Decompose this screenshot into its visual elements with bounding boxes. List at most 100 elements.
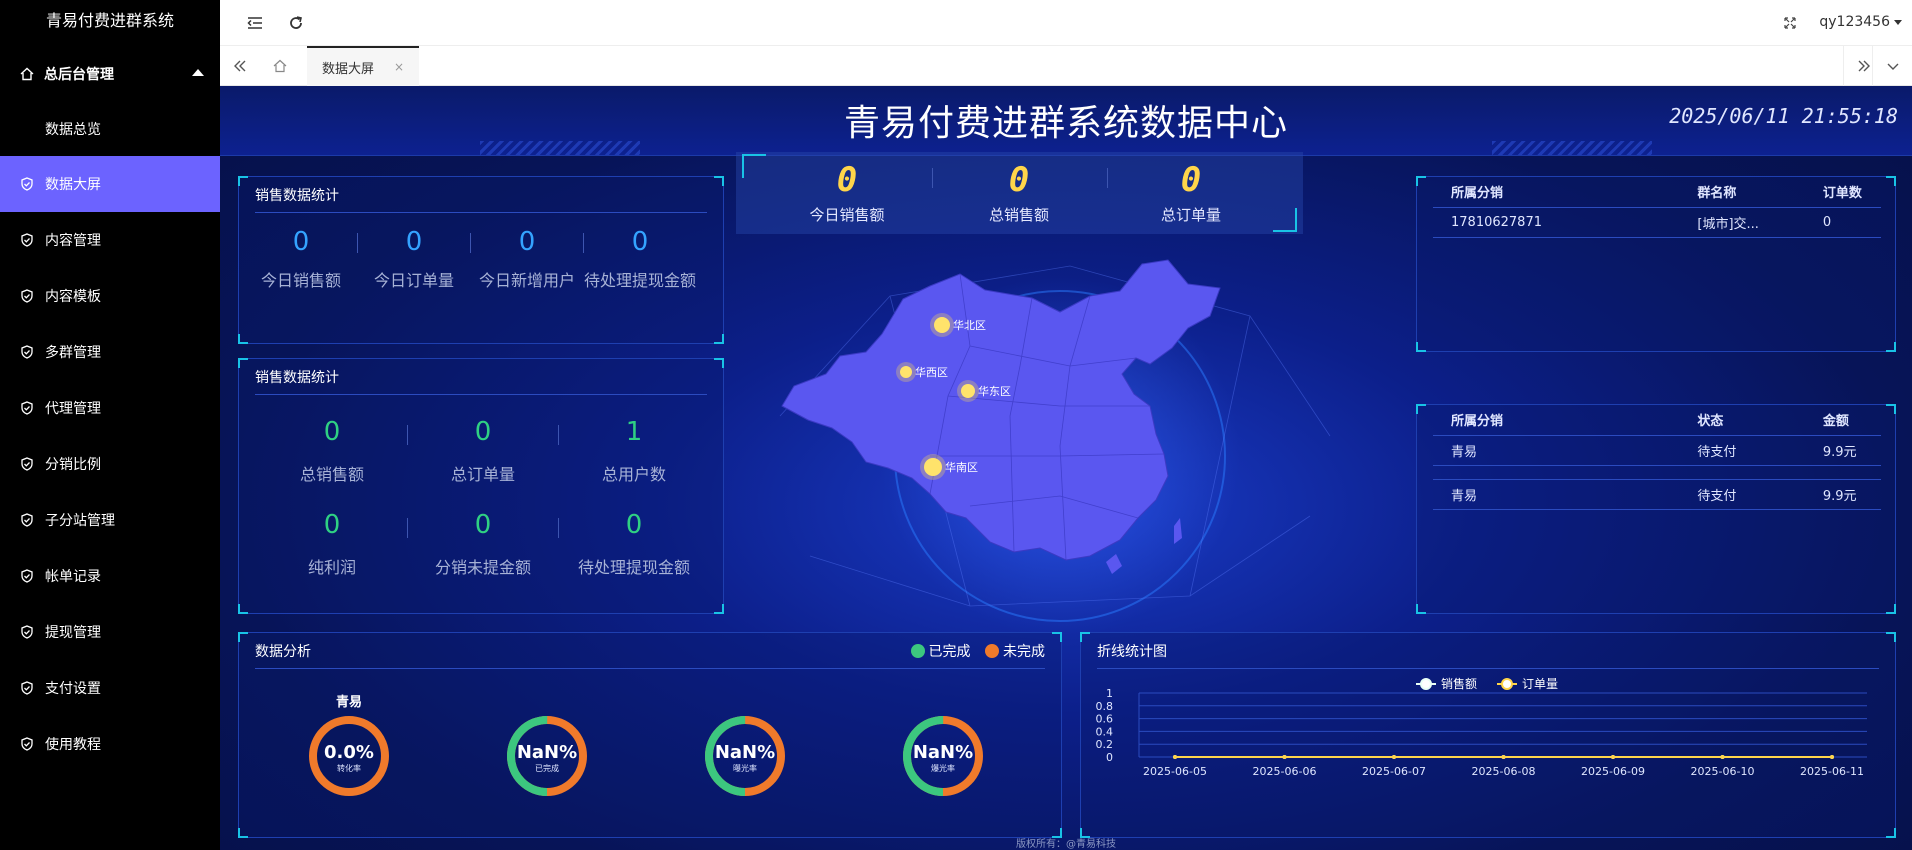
sidebar-item-6[interactable]: 子分站管理	[0, 492, 220, 548]
row-spacer	[1433, 465, 1881, 480]
stat-label: 今日订单量	[373, 271, 454, 290]
legend-marker	[1501, 678, 1513, 690]
kpi-label: 总订单量	[1160, 206, 1221, 224]
tabs-home-button[interactable]	[260, 46, 300, 86]
kpi-value: 0	[836, 160, 858, 200]
gauge-value: NaN%	[913, 742, 973, 763]
y-tick-label: 0.2	[1096, 738, 1114, 751]
region-marker[interactable]	[924, 458, 942, 476]
y-tick-label: 0.6	[1096, 713, 1114, 726]
stat-label: 今日新增用户	[478, 271, 575, 290]
stat-value: 0	[474, 510, 492, 540]
sidebar-item-label: 帐单记录	[45, 569, 101, 585]
sidebar-item-label: 支付设置	[45, 681, 101, 697]
stat-label: 总用户数	[601, 465, 666, 484]
stat-item: 0 待处理提现金额	[584, 227, 696, 291]
sidebar: 青易付费进群系统 总后台管理 数据总览 数据大屏 内容管理 内容模板 多群管理 代理管理…	[0, 0, 220, 850]
stat-item: 0 今日销售额	[245, 227, 357, 291]
stat-label: 总销售额	[299, 465, 364, 484]
series-point	[1501, 755, 1506, 759]
tabs-dropdown-button[interactable]	[1872, 46, 1912, 86]
gauge-sub: 曝光率	[733, 763, 757, 773]
stat-value: 0	[292, 227, 310, 257]
sales-panel-today: 销售数据统计 0 今日销售额 0 今日订单量 0 今日新增用户 0 待处理提现金额	[238, 176, 724, 344]
line-chart: 10.80.60.40.20 2025-06-05 2025-06-06 2025-0…	[1096, 676, 1867, 778]
sidebar-item-5[interactable]: 分销比例	[0, 436, 220, 492]
stat-label: 待处理提现金额	[584, 271, 697, 290]
shield-check-icon	[20, 569, 34, 583]
region-marker[interactable]	[900, 366, 912, 378]
x-tick-label: 2025-06-05	[1143, 765, 1207, 778]
gauge-top-label: 青易	[335, 695, 362, 710]
tab-bar: 数据大屏 ×	[220, 46, 1912, 86]
menu-group-admin[interactable]: 总后台管理	[0, 44, 220, 104]
divider	[583, 233, 584, 253]
y-tick-label: 1	[1106, 687, 1113, 700]
divider	[357, 233, 358, 253]
chevron-down-icon	[1894, 19, 1902, 25]
sidebar-item-8[interactable]: 提现管理	[0, 604, 220, 660]
stat-value: 0	[405, 227, 423, 257]
refresh-icon[interactable]	[287, 14, 305, 32]
x-tick-label: 2025-06-06	[1253, 765, 1317, 778]
table-cell: 待支付	[1679, 479, 1805, 510]
spacer-cell	[1433, 465, 1881, 480]
stat-item: 0 分销未提金额	[408, 510, 558, 578]
gauge-value: NaN%	[715, 742, 775, 763]
stat-item: 0 今日新增用户	[471, 227, 583, 291]
sidebar-item-10[interactable]: 使用教程	[0, 716, 220, 772]
caret-up-icon	[192, 69, 204, 76]
gauge-sub: 转化率	[337, 763, 361, 773]
sidebar-item-2[interactable]: 内容模板	[0, 268, 220, 324]
series-point	[1830, 755, 1834, 759]
divider	[470, 233, 471, 253]
series-point	[1720, 755, 1725, 759]
stat-value: 0	[474, 417, 492, 447]
gauge-ring: 0.0%转化率	[309, 716, 389, 796]
stat-item: 1 总用户数	[559, 417, 709, 485]
sidebar-item-1[interactable]: 内容管理	[0, 212, 220, 268]
sidebar-item-4[interactable]: 代理管理	[0, 380, 220, 436]
kpi-bar: 0 今日销售额 0 总销售额 0 总订单量	[736, 152, 1303, 234]
stat-value: 0	[323, 417, 341, 447]
gauge-sub: 爆光率	[931, 763, 955, 773]
sidebar-item-9[interactable]: 支付设置	[0, 660, 220, 716]
user-menu[interactable]: qy123456	[1819, 14, 1902, 30]
table-header: 状态	[1679, 405, 1805, 436]
stat-value: 1	[625, 417, 643, 447]
menu-sub-overview[interactable]: 数据总览	[0, 104, 220, 156]
sidebar-item-7[interactable]: 帐单记录	[0, 548, 220, 604]
distributor-group-panel: 所属分销 群名称 订单数 17810627871 [城市]交... 0	[1416, 176, 1896, 352]
sidebar-item-label: 数据大屏	[45, 177, 101, 193]
fullscreen-icon[interactable]	[1781, 14, 1799, 32]
order-status-panel: 所属分销 状态 金额 青易 待支付 9.9元 青易 待支付 9.9元	[1416, 404, 1896, 614]
tabs-prev-button[interactable]	[220, 46, 260, 86]
stat-label: 分销未提金额	[434, 558, 531, 577]
gauge-ring: NaN%爆光率	[903, 716, 983, 796]
region-marker[interactable]	[961, 384, 975, 398]
sidebar-item-3[interactable]: 多群管理	[0, 324, 220, 380]
series-point	[1392, 755, 1396, 759]
series-point	[1282, 755, 1287, 759]
shield-check-icon	[20, 737, 34, 751]
sidebar-item-label: 提现管理	[45, 625, 101, 641]
gauge-value: 0.0%	[324, 742, 374, 763]
table-header: 订单数	[1804, 177, 1881, 208]
region-marker[interactable]	[934, 317, 950, 333]
tab-data-screen[interactable]: 数据大屏 ×	[307, 46, 419, 86]
home-outline-icon	[273, 59, 287, 73]
sidebar-item-label: 代理管理	[45, 401, 101, 417]
table-row: 青易 待支付 9.9元	[1433, 479, 1881, 510]
gauge-ring: NaN%曝光率	[705, 716, 785, 796]
x-tick-label: 2025-06-10	[1691, 765, 1755, 778]
y-tick-label: 0	[1106, 751, 1113, 764]
sidebar-item-0[interactable]: 数据大屏	[0, 156, 220, 212]
table-header: 所属分销	[1433, 177, 1680, 208]
close-icon[interactable]: ×	[394, 60, 404, 74]
shield-check-icon	[20, 625, 34, 639]
x-tick-label: 2025-06-07	[1362, 765, 1426, 778]
footer: 版权所有：@青易科技	[1016, 839, 1116, 850]
sidebar-item-label: 内容模板	[45, 289, 101, 305]
stat-item: 0 总销售额	[257, 417, 407, 485]
menu-fold-icon[interactable]	[246, 14, 264, 32]
